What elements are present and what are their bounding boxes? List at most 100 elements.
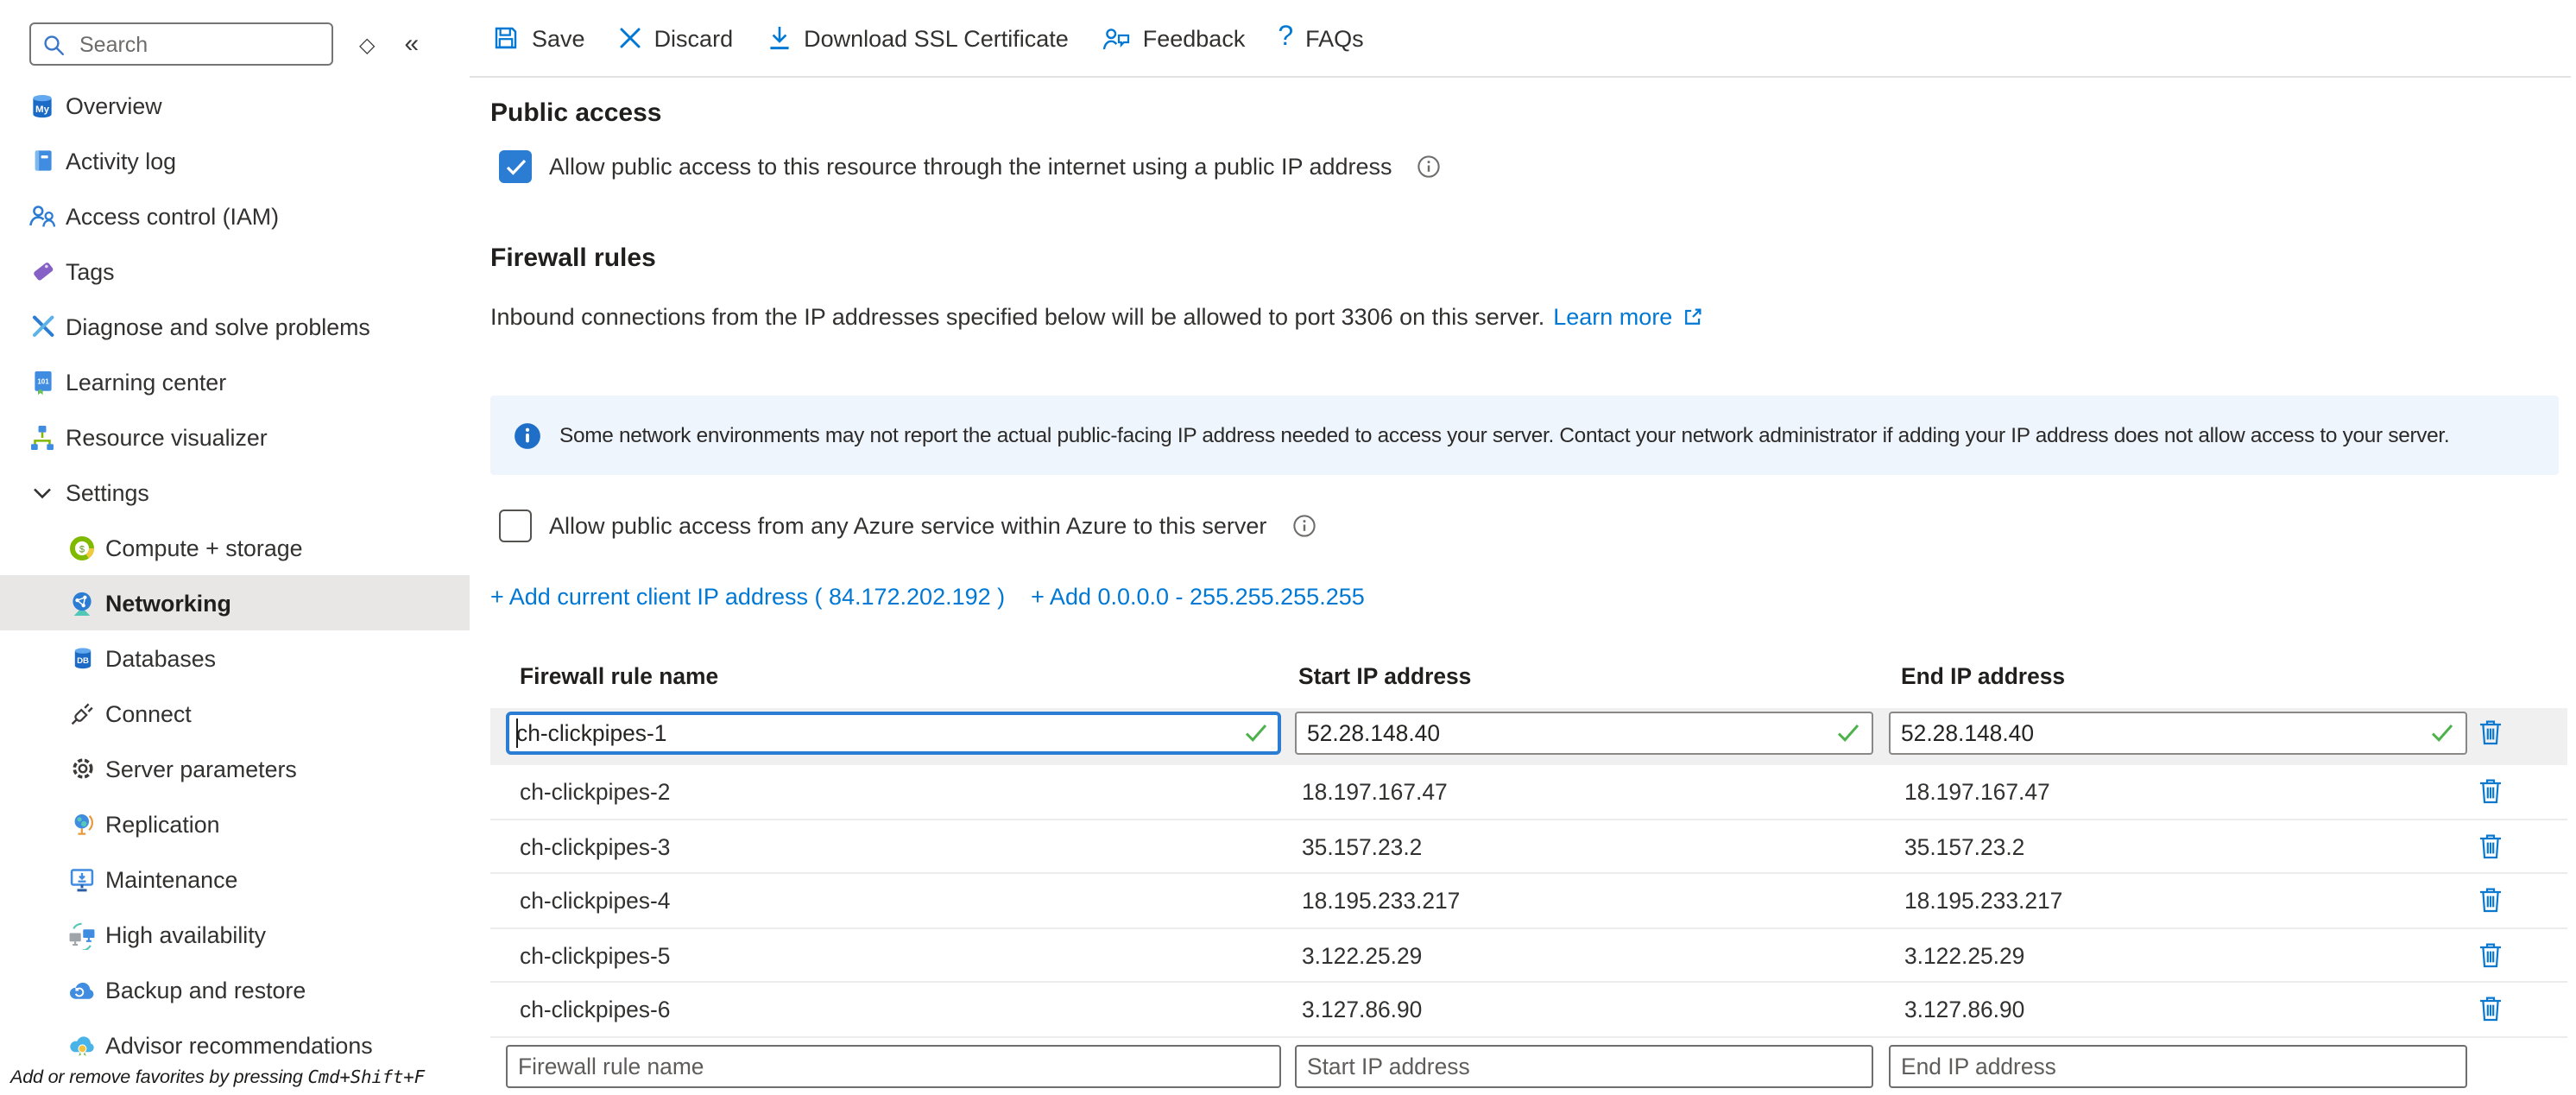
delete-rule-button[interactable]	[2478, 995, 2503, 1022]
svg-text:101: 101	[36, 377, 48, 385]
pin-menu-icon[interactable]: ◇	[359, 32, 375, 56]
new-end-ip-input[interactable]	[1889, 1045, 2467, 1088]
editing-start-ip-input[interactable]	[1295, 712, 1873, 755]
collapse-sidebar-icon[interactable]: «	[404, 29, 419, 59]
table-row: ch-clickpipes-2 18.197.167.47 18.197.167…	[490, 765, 2567, 820]
sidebar-item-label: Access control (IAM)	[66, 203, 279, 229]
column-header-name: Firewall rule name	[520, 663, 718, 689]
add-all-ips-link[interactable]: + Add 0.0.0.0 - 255.255.255.255	[1031, 584, 1365, 610]
feedback-button[interactable]: Feedback	[1102, 25, 1246, 51]
start-ip: 3.127.86.90	[1302, 997, 1422, 1022]
sidebar-item-connect[interactable]: Connect	[0, 686, 470, 741]
new-start-ip-cell	[1295, 1045, 1873, 1088]
sidebar-item-networking[interactable]: Networking	[0, 575, 470, 630]
download-ssl-label: Download SSL Certificate	[804, 25, 1069, 51]
feedback-label: Feedback	[1143, 25, 1246, 51]
add-client-ip-link[interactable]: + Add current client IP address ( 84.172…	[490, 584, 1005, 610]
save-button[interactable]: Save	[492, 24, 585, 52]
firewall-rules-table: Firewall rule name Start IP address End …	[490, 663, 2567, 1095]
editing-end-ip-input[interactable]	[1889, 712, 2467, 755]
search-box[interactable]	[29, 22, 333, 66]
svg-text:My: My	[35, 104, 50, 114]
save-icon	[492, 24, 520, 52]
delete-rule-button[interactable]	[2478, 886, 2503, 914]
rule-name: ch-clickpipes-4	[520, 888, 670, 914]
download-ssl-certificate-button[interactable]: Download SSL Certificate	[766, 24, 1069, 52]
search-input[interactable]	[76, 30, 321, 58]
sidebar-item-resource-visualizer[interactable]: Resource visualizer	[0, 409, 470, 465]
sidebar-item-overview[interactable]: My Overview	[0, 78, 470, 133]
sidebar-item-backup-restore[interactable]: Backup and restore	[0, 962, 470, 1017]
firewall-description-text: Inbound connections from the IP addresse…	[490, 304, 1544, 330]
start-ip: 35.157.23.2	[1302, 833, 1422, 859]
rule-name: ch-clickpipes-3	[520, 833, 670, 859]
valid-check-icon	[1837, 724, 1859, 743]
editing-end-ip-cell	[1889, 712, 2467, 755]
end-ip: 3.122.25.29	[1904, 942, 2024, 968]
new-rule-name-input[interactable]	[506, 1045, 1281, 1088]
text-cursor	[515, 718, 517, 748]
discard-button[interactable]: Discard	[618, 25, 734, 51]
sidebar-item-label: Diagnose and solve problems	[66, 313, 370, 339]
table-row: ch-clickpipes-4 18.195.233.217 18.195.23…	[490, 874, 2567, 928]
sidebar: ◇ « My Overview Activity log Access cont…	[0, 0, 470, 1095]
column-header-end-ip: End IP address	[1901, 663, 2065, 689]
public-access-checkbox-row: Allow public access to this resource thr…	[499, 150, 1443, 183]
svg-text:DB: DB	[76, 656, 88, 666]
maintenance-icon	[67, 864, 97, 894]
sidebar-item-label: Maintenance	[105, 866, 237, 892]
discard-icon	[618, 26, 642, 50]
new-start-ip-input[interactable]	[1295, 1045, 1873, 1088]
start-ip: 18.197.167.47	[1302, 779, 1448, 805]
sidebar-item-server-parameters[interactable]: Server parameters	[0, 741, 470, 796]
end-ip: 18.197.167.47	[1904, 779, 2050, 805]
sidebar-item-label: Compute + storage	[105, 535, 303, 560]
external-link-icon[interactable]	[1681, 306, 1703, 328]
save-label: Save	[532, 25, 585, 51]
learn-more-link[interactable]: Learn more	[1553, 304, 1672, 330]
delete-rule-button[interactable]	[2478, 940, 2503, 968]
info-icon[interactable]	[1417, 154, 1443, 180]
sidebar-item-diagnose[interactable]: Diagnose and solve problems	[0, 299, 470, 354]
sidebar-item-tags[interactable]: Tags	[0, 244, 470, 299]
faqs-label: FAQs	[1305, 25, 1364, 51]
start-ip: 18.195.233.217	[1302, 888, 1460, 914]
table-row: ch-clickpipes-5 3.122.25.29 3.122.25.29	[490, 928, 2567, 983]
editing-rule-name-cell	[506, 712, 1281, 755]
sidebar-item-maintenance[interactable]: Maintenance	[0, 851, 470, 907]
resource-visualizer-icon	[28, 422, 57, 452]
sidebar-item-advisor-recommendations[interactable]: Advisor recommendations	[0, 1017, 470, 1073]
sidebar-item-databases[interactable]: DB Databases	[0, 630, 470, 686]
sidebar-item-activity-log[interactable]: Activity log	[0, 133, 470, 188]
sidebar-item-access-control[interactable]: Access control (IAM)	[0, 188, 470, 244]
sidebar-item-learning-center[interactable]: 101 Learning center	[0, 354, 470, 409]
delete-rule-button[interactable]	[2478, 718, 2503, 746]
info-icon[interactable]	[1291, 513, 1316, 539]
advisor-icon	[67, 1030, 97, 1060]
search-icon	[41, 32, 66, 56]
faqs-button[interactable]: ? FAQs	[1278, 25, 1363, 51]
delete-rule-button[interactable]	[2478, 777, 2503, 805]
azure-services-checkbox[interactable]	[499, 510, 532, 542]
editing-rule-name-input[interactable]	[506, 712, 1281, 755]
app-root: ◇ « My Overview Activity log Access cont…	[0, 0, 2576, 1095]
end-ip: 18.195.233.217	[1904, 888, 2062, 914]
tags-icon	[28, 256, 57, 286]
sidebar-item-replication[interactable]: Replication	[0, 796, 470, 851]
sidebar-item-label: Connect	[105, 700, 192, 726]
discard-label: Discard	[654, 25, 734, 51]
backup-restore-icon	[67, 975, 97, 1004]
sidebar-group-settings[interactable]: Settings	[0, 465, 470, 520]
sidebar-item-label: Advisor recommendations	[105, 1032, 373, 1058]
sidebar-item-compute-storage[interactable]: $ Compute + storage	[0, 520, 470, 575]
valid-check-icon	[1245, 724, 1267, 743]
replication-icon	[67, 809, 97, 839]
chevron-down-icon	[28, 478, 57, 507]
server-parameters-icon	[67, 754, 97, 783]
delete-rule-button[interactable]	[2478, 832, 2503, 859]
sidebar-item-high-availability[interactable]: High availability	[0, 907, 470, 962]
info-banner: Some network environments may not report…	[490, 396, 2559, 475]
sidebar-nav: My Overview Activity log Access control …	[0, 78, 470, 1073]
public-access-checkbox[interactable]	[499, 150, 532, 183]
networking-icon	[67, 588, 97, 617]
